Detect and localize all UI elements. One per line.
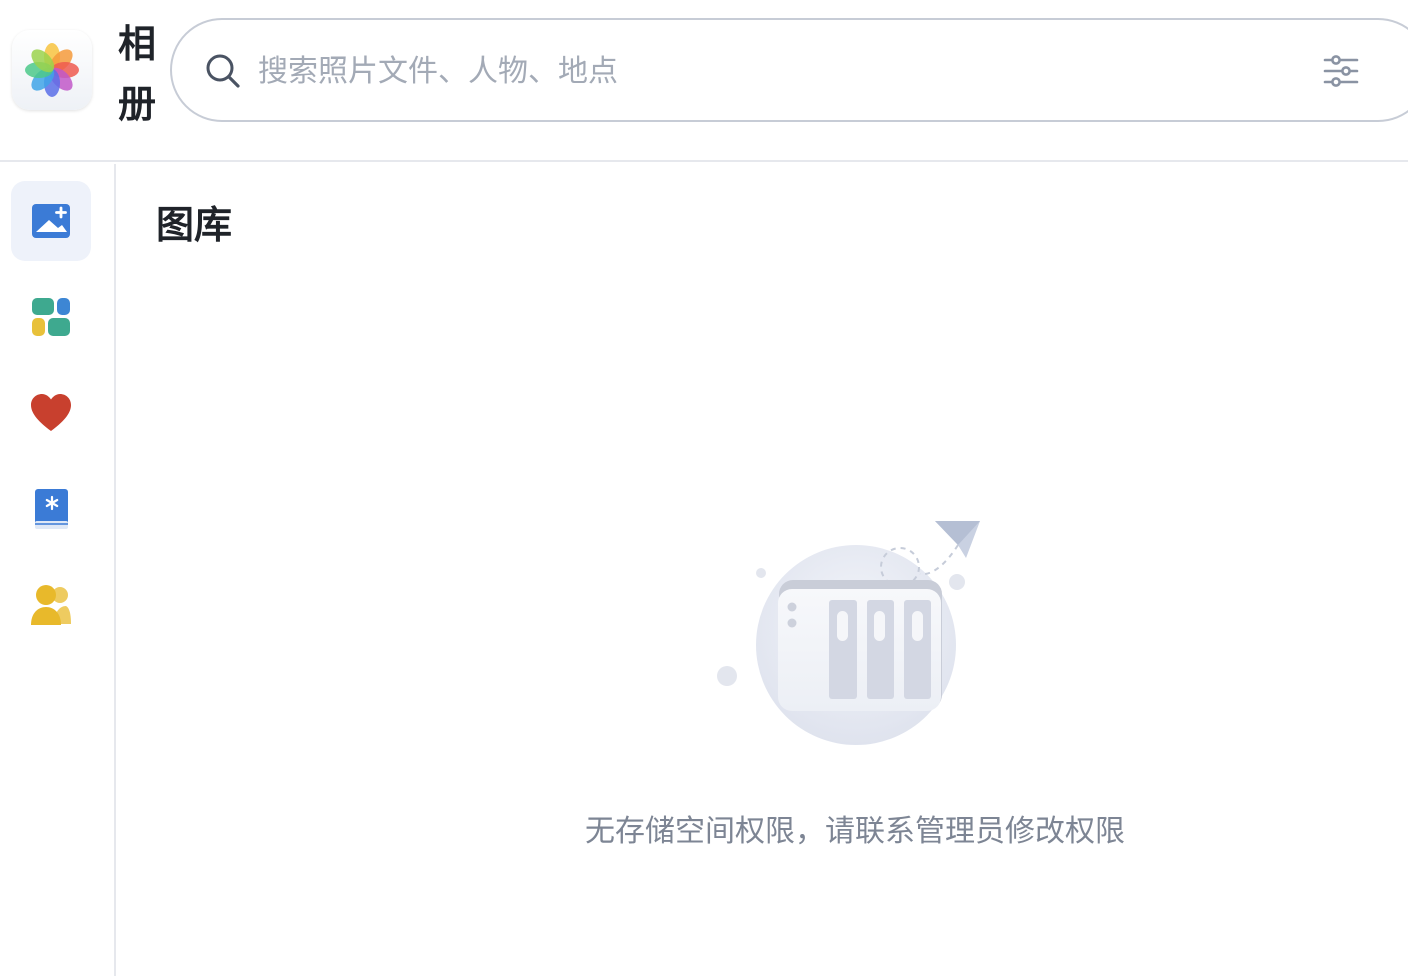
sidebar (0, 164, 116, 976)
people-icon (31, 585, 71, 625)
empty-state-message: 无存储空间权限，请联系管理员修改权限 (585, 814, 1125, 849)
book-icon (35, 489, 68, 529)
sidebar-item-albums[interactable] (11, 277, 91, 357)
heart-icon (31, 394, 71, 431)
filter-sliders-icon[interactable] (1322, 52, 1360, 90)
sidebar-item-people[interactable] (11, 565, 91, 645)
sidebar-item-library[interactable] (11, 181, 91, 261)
app-logo[interactable] (12, 30, 92, 110)
top-bar: 相册 (0, 0, 1408, 162)
page-title: 图库 (156, 203, 233, 247)
photos-flower-icon (25, 43, 79, 97)
search-icon (206, 54, 240, 88)
sidebar-item-shared-album[interactable] (11, 469, 91, 549)
image-add-icon (32, 204, 70, 238)
albums-grid-icon (32, 298, 70, 336)
main-content: 图库 无存储空间权限，请联系管理员修改权限 (116, 164, 1408, 976)
sidebar-item-favorites[interactable] (11, 373, 91, 453)
app-title: 相册 (117, 22, 156, 126)
nas-storage-illustration (717, 521, 980, 745)
search-input[interactable] (258, 46, 1258, 96)
search-bar[interactable] (170, 18, 1408, 122)
